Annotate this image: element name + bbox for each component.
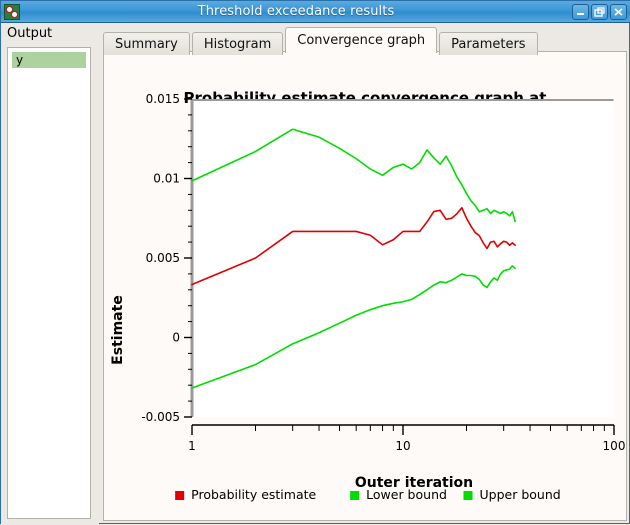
- legend-swatch: [463, 491, 473, 500]
- maximize-icon[interactable]: [591, 3, 608, 20]
- minimize-icon[interactable]: [572, 3, 589, 20]
- legend-swatch: [350, 491, 360, 500]
- title-bar: Threshold exceedance results: [1, 1, 630, 23]
- chart-legend: Probability estimate Lower bound Upper bou…: [175, 487, 561, 502]
- legend-swatch: [175, 491, 185, 500]
- y-tick-label: 0.01: [153, 172, 180, 186]
- x-tick-label: 1: [188, 439, 196, 453]
- tab-histogram[interactable]: Histogram: [191, 32, 284, 55]
- window-buttons: [572, 3, 627, 20]
- close-icon[interactable]: [610, 3, 627, 20]
- dice-balls-icon: [4, 3, 20, 20]
- y-tick-label: 0.015: [146, 92, 180, 106]
- output-label: Output: [7, 26, 53, 41]
- y-tick-label: 0.005: [146, 251, 180, 265]
- tab-parameters[interactable]: Parameters: [439, 32, 538, 55]
- y-axis-label: Estimate: [110, 295, 126, 365]
- convergence-graph-page: Probability estimate convergence graph a…: [103, 51, 627, 521]
- tab-strip: Summary Histogram Convergence graph Para…: [99, 26, 540, 55]
- tab-summary[interactable]: Summary: [103, 32, 190, 55]
- legend-label: Lower bound: [366, 487, 447, 502]
- tab-convergence-graph[interactable]: Convergence graph: [285, 27, 438, 53]
- window-title: Threshold exceedance results: [197, 3, 395, 19]
- y-tick-label: -0.005: [141, 410, 180, 424]
- x-tick-label: 10: [395, 439, 410, 453]
- chart-canvas: Probability estimate convergence graph a…: [104, 52, 626, 520]
- output-sidebar: Output y: [1, 23, 99, 525]
- convergence-chart: Probability estimate convergence graph a…: [104, 52, 626, 520]
- list-item[interactable]: y: [12, 52, 86, 68]
- tab-panel: Summary Histogram Convergence graph Para…: [99, 23, 630, 525]
- output-list[interactable]: y: [7, 47, 91, 519]
- x-tick-label: 100: [603, 439, 626, 453]
- legend-label: Probability estimate: [191, 487, 316, 502]
- window-body: Output y Summary Histogram Convergence g…: [1, 23, 630, 525]
- legend-label: Upper bound: [480, 487, 561, 502]
- application-window: Threshold exceedance results Output y Su…: [0, 0, 630, 525]
- y-tick-label: 0: [172, 331, 180, 345]
